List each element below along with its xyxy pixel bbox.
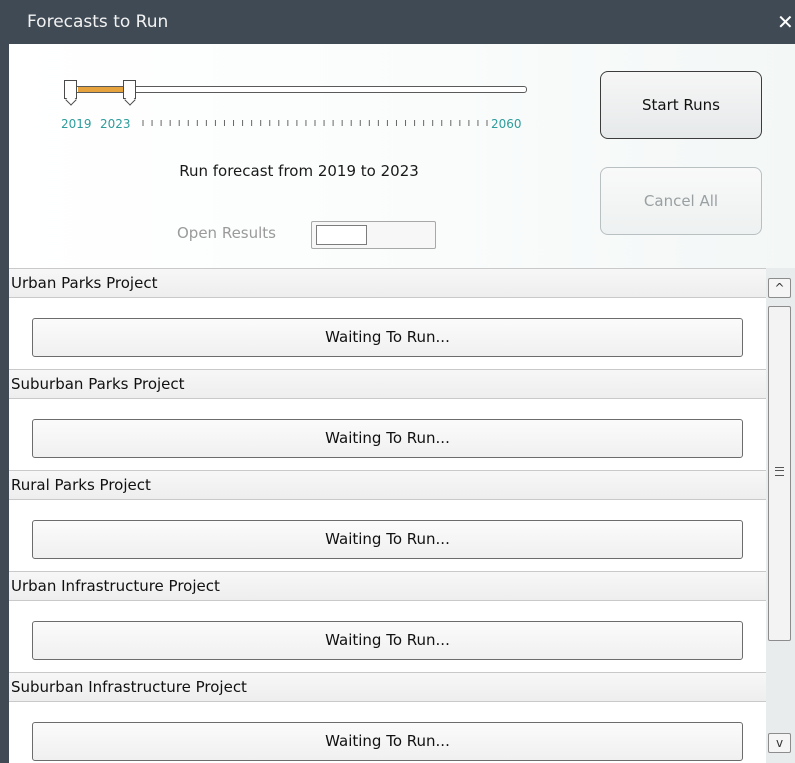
grip-icon: [775, 467, 784, 476]
project-name: Suburban Infrastructure Project: [11, 678, 247, 696]
list-item: Urban Parks Project Waiting To Run...: [9, 268, 766, 369]
project-header[interactable]: Suburban Parks Project: [9, 369, 766, 399]
run-status-bar: Waiting To Run...: [32, 318, 743, 357]
window-title: Forecasts to Run: [27, 12, 169, 32]
run-status-bar: Waiting To Run...: [32, 419, 743, 458]
project-header[interactable]: Urban Parks Project: [9, 268, 766, 298]
chevron-down-icon[interactable]: v: [768, 733, 791, 753]
list-item: Urban Infrastructure Project Waiting To …: [9, 571, 766, 672]
slider-start-label: 2019: [61, 117, 92, 131]
run-status-bar: Waiting To Run...: [32, 520, 743, 559]
project-body: Waiting To Run...: [9, 298, 766, 369]
year-range-slider-track[interactable]: [70, 86, 527, 93]
list-item: Suburban Infrastructure Project Waiting …: [9, 672, 766, 763]
project-name: Urban Parks Project: [11, 274, 158, 292]
open-results-toggle[interactable]: [311, 221, 436, 249]
run-settings-panel: 2019 2023 2060 Run forecast from 2019 to…: [9, 44, 795, 268]
list-item: Suburban Parks Project Waiting To Run...: [9, 369, 766, 470]
project-body: Waiting To Run...: [9, 702, 766, 763]
project-body: Waiting To Run...: [9, 399, 766, 470]
toggle-knob: [316, 225, 367, 245]
run-status-bar: Waiting To Run...: [32, 722, 743, 761]
project-header[interactable]: Suburban Infrastructure Project: [9, 672, 766, 702]
project-header[interactable]: Rural Parks Project: [9, 470, 766, 500]
cancel-all-button[interactable]: Cancel All: [600, 167, 762, 235]
close-icon[interactable]: ✕: [777, 0, 795, 44]
project-name: Urban Infrastructure Project: [11, 577, 220, 595]
slider-max-label: 2060: [491, 117, 522, 131]
project-body: Waiting To Run...: [9, 500, 766, 571]
project-header[interactable]: Urban Infrastructure Project: [9, 571, 766, 601]
chevron-up-icon[interactable]: ^: [768, 278, 791, 298]
project-body: Waiting To Run...: [9, 601, 766, 672]
list-item: Rural Parks Project Waiting To Run...: [9, 470, 766, 571]
scroll-thumb[interactable]: [768, 306, 791, 641]
slider-ticks: [142, 120, 488, 126]
project-list: Urban Parks Project Waiting To Run... Su…: [9, 268, 766, 763]
open-results-label: Open Results: [177, 224, 276, 242]
vertical-scrollbar[interactable]: ^ v: [766, 268, 795, 763]
start-runs-button[interactable]: Start Runs: [600, 71, 762, 139]
range-end-handle[interactable]: [123, 80, 136, 99]
slider-end-label: 2023: [100, 117, 131, 131]
run-status-bar: Waiting To Run...: [32, 621, 743, 660]
project-name: Suburban Parks Project: [11, 375, 185, 393]
range-start-handle[interactable]: [64, 80, 77, 99]
title-bar: Forecasts to Run ✕: [0, 0, 795, 44]
project-name: Rural Parks Project: [11, 476, 151, 494]
forecasts-window: Forecasts to Run ✕ 2019 2023 2060 Run fo…: [0, 0, 795, 763]
run-forecast-summary: Run forecast from 2019 to 2023: [179, 162, 419, 180]
